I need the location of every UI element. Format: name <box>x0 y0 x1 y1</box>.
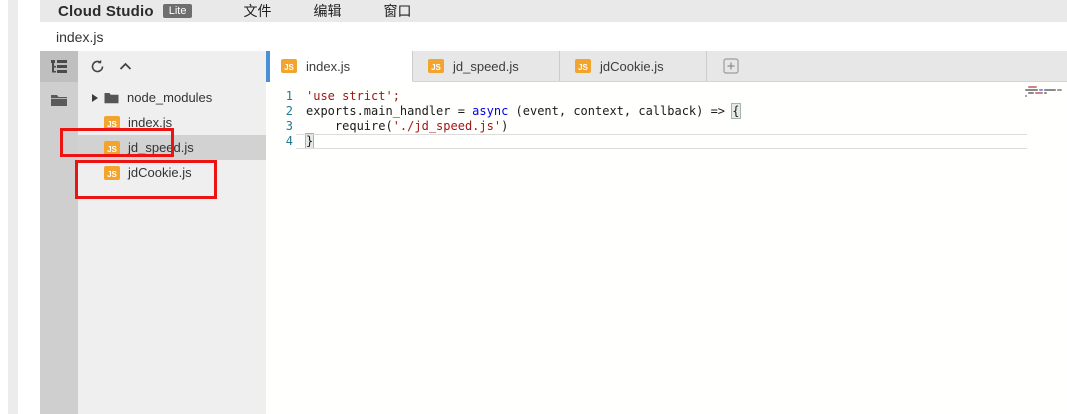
content-area: node_modules JS index.js JS jd_speed.js <box>40 51 1067 414</box>
left-edge-strip <box>8 0 18 414</box>
tree-item-jdcookie-js[interactable]: JS jdCookie.js <box>78 160 266 185</box>
code-line: 1 'use strict'; <box>266 89 1067 104</box>
new-tab-button[interactable] <box>707 51 755 81</box>
app-logo: Cloud Studio <box>58 3 154 20</box>
line-number: 1 <box>266 89 306 104</box>
folder-view-button[interactable] <box>40 82 78 118</box>
tree-item-label: node_modules <box>127 90 212 105</box>
tree-item-jd-speed-js[interactable]: JS jd_speed.js <box>78 135 266 160</box>
folder-icon <box>104 92 119 104</box>
code-token-bracket-match: { <box>732 104 739 118</box>
code-token: async <box>472 104 508 118</box>
collapse-up-icon[interactable] <box>119 62 132 71</box>
folder-icon <box>50 93 68 107</box>
chevron-right-icon <box>92 94 98 102</box>
menubar: 文件 编辑 窗口 <box>222 1 432 21</box>
menu-window[interactable]: 窗口 <box>362 1 432 21</box>
tab-label: jdCookie.js <box>600 59 664 74</box>
menu-file[interactable]: 文件 <box>222 1 292 21</box>
tab-label: jd_speed.js <box>453 59 519 74</box>
explorer-toolbar <box>78 51 266 82</box>
tab-jdcookie-js[interactable]: JS jdCookie.js <box>560 51 707 81</box>
menu-edit[interactable]: 编辑 <box>292 1 362 21</box>
code-editor[interactable]: 1 'use strict'; 2 exports.main_handler =… <box>266 82 1067 414</box>
js-file-icon: JS <box>104 166 120 180</box>
js-file-icon: JS <box>575 59 591 73</box>
panel-resize-accent[interactable] <box>266 51 270 82</box>
tab-bar: JS index.js JS jd_speed.js JS jdCookie.j… <box>266 51 1067 82</box>
minimap[interactable] <box>1025 86 1063 98</box>
lite-badge: Lite <box>163 4 193 18</box>
plus-icon <box>723 58 739 74</box>
breadcrumb-title: index.js <box>56 29 103 45</box>
explorer-panel: node_modules JS index.js JS jd_speed.js <box>78 51 266 414</box>
refresh-icon[interactable] <box>90 59 105 74</box>
code-token: 'use strict'; <box>306 89 400 103</box>
tab-index-js[interactable]: JS index.js <box>266 51 413 82</box>
code-token: (event, context, callback) => <box>508 104 732 118</box>
file-tree: node_modules JS index.js JS jd_speed.js <box>78 82 266 185</box>
tree-item-label: jdCookie.js <box>128 165 192 180</box>
code-token: exports.main_handler = <box>306 104 472 118</box>
code-token: './jd_speed.js' <box>393 119 501 133</box>
line-number: 2 <box>266 104 306 119</box>
code-token: ) <box>501 119 508 133</box>
js-file-icon: JS <box>281 59 297 73</box>
tree-item-node-modules[interactable]: node_modules <box>78 85 266 110</box>
breadcrumb: index.js <box>40 22 1067 51</box>
tree-item-index-js[interactable]: JS index.js <box>78 110 266 135</box>
activity-bar <box>40 51 78 414</box>
code-token-bracket-match: } <box>306 134 313 148</box>
line-number: 3 <box>266 119 306 134</box>
line-number: 4 <box>266 134 306 149</box>
explorer-view-button[interactable] <box>40 51 78 82</box>
code-line: 2 exports.main_handler = async (event, c… <box>266 104 1067 119</box>
code-token: require( <box>306 119 393 133</box>
js-file-icon: JS <box>104 116 120 130</box>
js-file-icon: JS <box>104 141 120 155</box>
tree-item-label: index.js <box>128 115 172 130</box>
main-app: Cloud Studio Lite 文件 编辑 窗口 index.js <box>40 0 1067 414</box>
cloud-studio-window: Cloud Studio Lite 文件 编辑 窗口 index.js <box>0 0 1067 414</box>
tab-label: index.js <box>306 59 350 74</box>
code-line: 4 } <box>266 134 1067 149</box>
tab-jd-speed-js[interactable]: JS jd_speed.js <box>413 51 560 81</box>
tree-outline-icon <box>50 59 68 75</box>
tree-item-label: jd_speed.js <box>128 140 194 155</box>
editor-column: JS index.js JS jd_speed.js JS jdCookie.j… <box>266 51 1067 414</box>
top-menu-bar: Cloud Studio Lite 文件 编辑 窗口 <box>40 0 1067 22</box>
js-file-icon: JS <box>428 59 444 73</box>
code-line: 3 require('./jd_speed.js') <box>266 119 1067 134</box>
